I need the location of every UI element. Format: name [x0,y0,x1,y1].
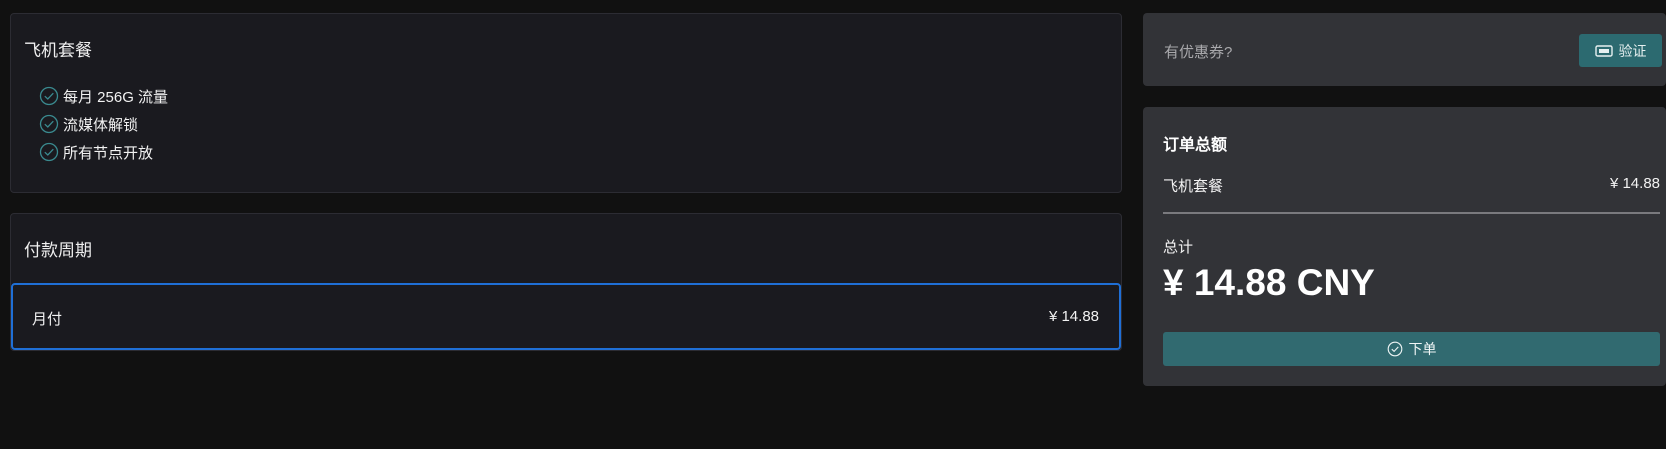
feature-label: 每月 256G 流量 [63,88,169,106]
billing-option-price: ¥ 14.88 [1048,308,1099,325]
billing-option-name: 月付 [32,311,63,328]
summary-divider [1163,212,1660,214]
place-order-button[interactable]: 下单 [1163,332,1660,366]
feature-item: 流媒体解锁 [39,112,138,136]
feature-item: 所有节点开放 [39,140,153,164]
summary-item-price: ¥ 14.88 [1609,175,1660,192]
check-circle-icon [39,142,59,162]
verify-button[interactable]: 验证 [1579,34,1662,67]
check-circle-icon [39,86,59,106]
place-order-label: 下单 [1408,341,1437,357]
feature-item: 每月 256G 流量 [39,84,168,108]
feature-label: 所有节点开放 [63,144,154,162]
summary-item-name: 飞机套餐 [1163,178,1224,195]
plan-card [10,13,1122,193]
summary-title: 订单总额 [1163,137,1228,154]
total-amount: ¥ 14.88 CNY [1163,262,1375,303]
check-circle-icon [1387,341,1402,357]
total-label: 总计 [1163,239,1194,256]
billing-option-monthly[interactable]: 月付 ¥ 14.88 [11,283,1121,350]
check-circle-icon [39,114,59,134]
coupon-input[interactable]: 有优惠券? [1164,41,1232,62]
ticket-icon [1594,44,1613,57]
feature-label: 流媒体解锁 [63,116,139,134]
billing-title: 付款周期 [24,241,92,260]
verify-label: 验证 [1618,42,1647,59]
plan-title: 飞机套餐 [24,41,92,60]
